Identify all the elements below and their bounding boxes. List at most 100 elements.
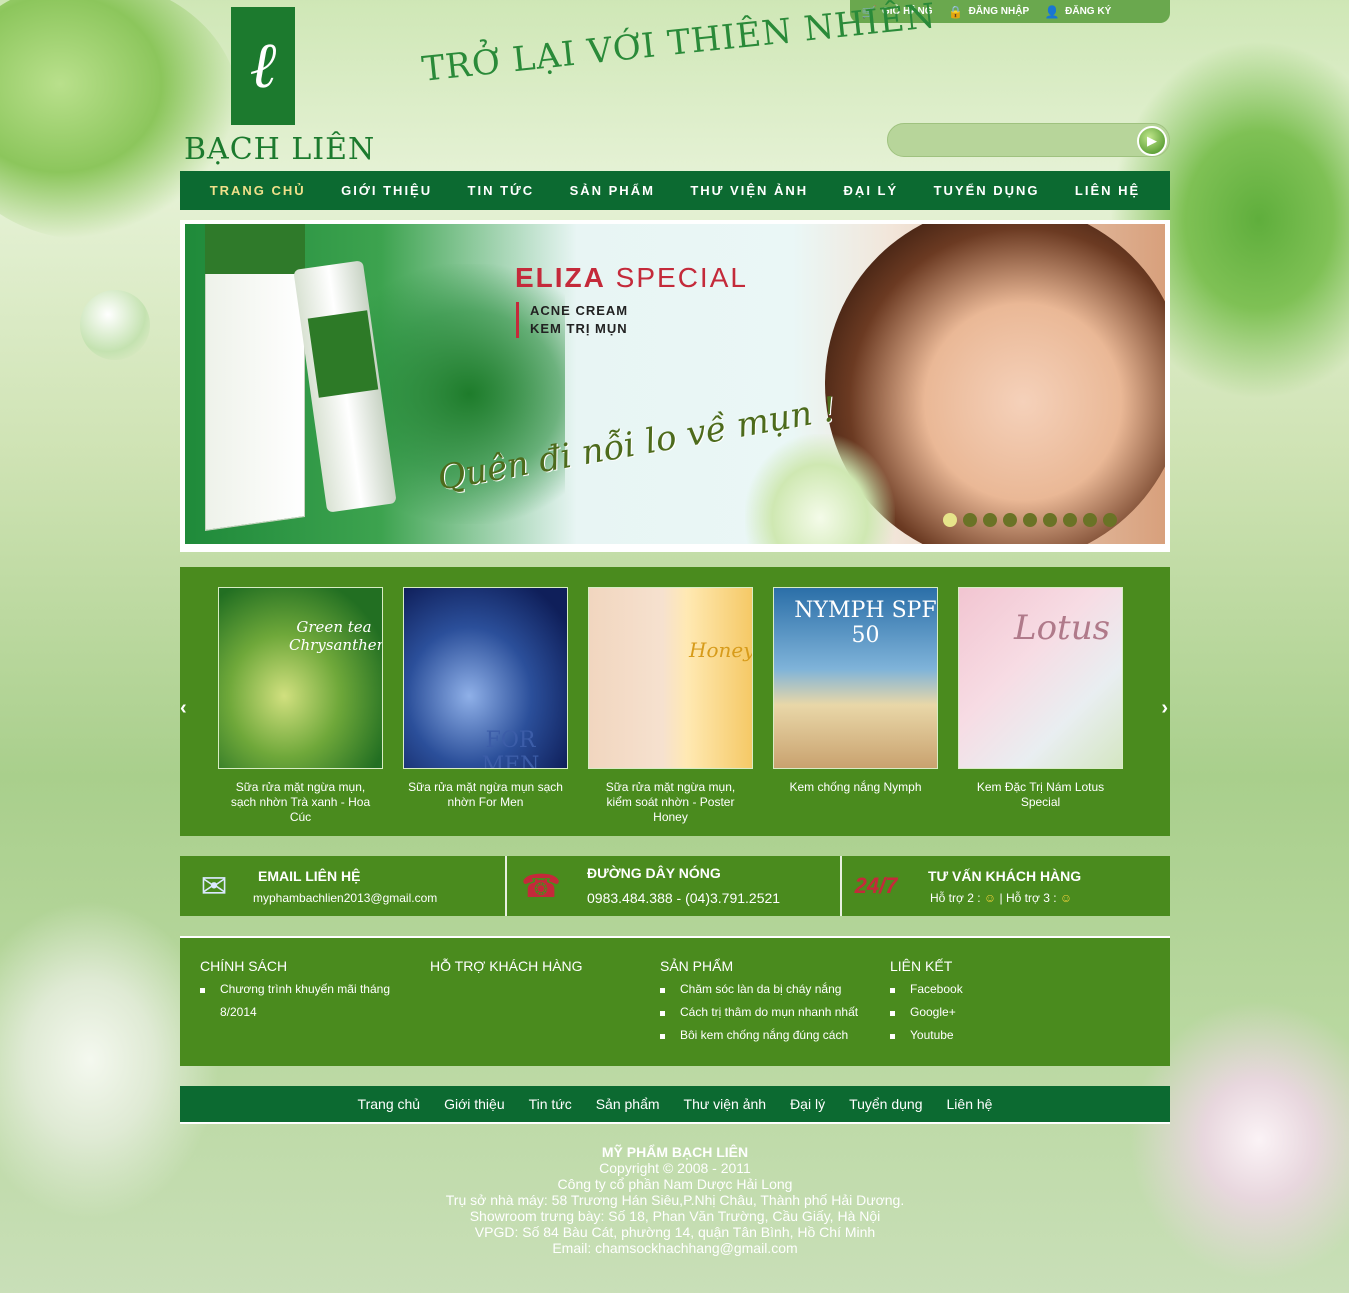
company-email[interactable]: Email: chamsockhachhang@gmail.com [180,1240,1170,1256]
slide-dot[interactable] [1023,513,1037,527]
product-card[interactable]: NYMPH SPF 50 Kem chống nắng Nymph [773,587,938,825]
footer-nav-news[interactable]: Tin tức [529,1096,572,1112]
banner-sub-line1: ACNE CREAM [530,303,629,318]
footer-col-products: SẢN PHẨM Chăm sóc làn da bị cháy nắng Cá… [660,958,880,1047]
showroom-address: Showroom trưng bày: Số 18, Phan Văn Trườ… [469,1208,881,1224]
footer-link[interactable]: Bôi kem chống nắng đúng cách [660,1024,880,1047]
nav-products[interactable]: SẢN PHẨM [570,183,655,198]
nav-home[interactable]: TRANG CHỦ [210,183,306,198]
company-brand: MỸ PHẨM BẠCH LIÊN [601,1144,749,1160]
copyright: Copyright © 2008 - 2011 [599,1160,751,1176]
play-arrow-icon: ▶ [1147,133,1157,148]
banner-title-brand: ELIZA [515,262,606,293]
slide-dot[interactable] [1083,513,1097,527]
footer-col-links: LIÊN KẾT Facebook Google+ Youtube [890,958,1110,1047]
banner-title-rest: SPECIAL [615,262,748,293]
footer-nav-careers[interactable]: Tuyển dụng [849,1096,922,1112]
email-value[interactable]: myphambachlien2013@gmail.com [253,891,437,905]
footer-col-title: SẢN PHẨM [660,958,734,974]
product-image[interactable]: Lotus [958,587,1123,769]
office-address: VPGD: Số 84 Bàu Cát, phường 14, quận Tân… [474,1224,876,1240]
hotline-contact: ☎ ĐƯỜNG DÂY NÓNG 0983.484.388 - (04)3.79… [507,856,840,916]
banner-subtitle: ACNE CREAM KEM TRỊ MỤN [516,302,628,338]
product-name[interactable]: Kem Đặc Trị Nám Lotus Special [958,780,1123,810]
add-user-icon: 👤 [1044,4,1060,19]
nav-contact[interactable]: LIÊN HỆ [1075,183,1140,198]
footer-nav-agents[interactable]: Đại lý [790,1096,825,1112]
smiley-icon[interactable]: ☺ [1060,891,1072,905]
slide-dot[interactable] [943,513,957,527]
email-title: EMAIL LIÊN HỆ [258,868,361,884]
search-input[interactable] [900,130,1130,152]
search-submit-button[interactable]: ▶ [1137,126,1167,156]
product-name[interactable]: Sữa rửa mặt ngừa mụn sạch nhờn For Men [403,780,568,810]
chevron-right-icon: › [1161,697,1168,719]
slide-dot[interactable] [1003,513,1017,527]
login-label: ĐĂNG NHẬP [968,6,1030,17]
login-link[interactable]: 🔒 ĐĂNG NHẬP [947,4,1030,20]
footer-nav-contact[interactable]: Liên hệ [947,1096,993,1112]
slide-dot[interactable] [983,513,997,527]
register-link[interactable]: 👤 ĐĂNG KÝ [1043,4,1112,20]
company-name: Công ty cổ phần Nam Dược Hải Long [557,1176,793,1192]
logo-mark[interactable]: ℓ [231,7,295,125]
product-image[interactable]: FOR MEN [403,587,568,769]
product-name[interactable]: Sữa rửa mặt ngừa mụn, sạch nhờn Trà xanh… [218,780,383,825]
product-image-caption: Honey [689,638,753,662]
lock-icon: 🔒 [948,4,964,19]
factory-address: Trụ sở nhà máy: 58 Trương Hán Siêu,P.Nhị… [445,1192,905,1208]
footer-link[interactable]: Cách trị thâm do mụn nhanh nhất [660,1001,880,1024]
smiley-icon[interactable]: ☺ [984,891,996,905]
footer-nav-products[interactable]: Sản phẩm [596,1096,660,1112]
support-2-label: Hỗ trợ 2 : [930,891,981,905]
footer-nav-home[interactable]: Trang chủ [358,1096,421,1112]
carousel-next-button[interactable]: › [1161,697,1168,720]
slide-dot[interactable] [1063,513,1077,527]
slide-dot[interactable] [1043,513,1057,527]
nav-agents[interactable]: ĐẠI LÝ [844,183,899,198]
nav-about[interactable]: GIỚI THIỆU [341,183,432,198]
footer-columns: CHÍNH SÁCH Chương trình khuyến mãi tháng… [180,936,1170,1066]
support-3-label: Hỗ trợ 3 : [1005,891,1057,905]
banner-slide[interactable]: ELIZA SPECIAL ACNE CREAM KEM TRỊ MỤN Quê… [185,224,1165,544]
footer-link[interactable]: Chăm sóc làn da bị cháy nắng [660,978,880,1001]
nav-news[interactable]: TIN TỨC [468,183,535,198]
company-info: MỸ PHẨM BẠCH LIÊN Copyright © 2008 - 201… [180,1144,1170,1256]
footer-col-title: CHÍNH SÁCH [200,958,288,974]
banner-title: ELIZA SPECIAL [515,262,748,294]
facebook-link[interactable]: Facebook [890,978,1110,1001]
nav-careers[interactable]: TUYỂN DỤNG [934,183,1040,198]
chevron-left-icon: ‹ [180,697,187,719]
carousel-prev-button[interactable]: ‹ [180,697,187,720]
footer-nav: Trang chủ Giới thiệu Tin tức Sản phẩm Th… [180,1086,1170,1124]
product-carousel: ‹ Green tea Chrysanthemum Sữa rửa mặt ng… [180,567,1170,836]
product-name[interactable]: Sữa rửa mặt ngừa mụn, kiểm soát nhờn - P… [588,780,753,825]
hotline-value[interactable]: 0983.484.388 - (04)3.791.2521 [587,890,780,906]
product-list: Green tea Chrysanthemum Sữa rửa mặt ngừa… [218,587,1123,825]
lotus-image [745,434,895,544]
product-card[interactable]: Honey Sữa rửa mặt ngừa mụn, kiểm soát nh… [588,587,753,825]
support-24-7-icon: 24/7 [854,873,898,898]
product-card[interactable]: Lotus Kem Đặc Trị Nám Lotus Special [958,587,1123,825]
google-plus-link[interactable]: Google+ [890,1001,1110,1024]
product-image-caption: Lotus [1014,608,1111,648]
nav-gallery[interactable]: THƯ VIỆN ẢNH [690,183,808,198]
logo-text[interactable]: BẠCH LIÊN [184,132,375,167]
footer-nav-about[interactable]: Giới thiệu [444,1096,505,1112]
product-image[interactable]: Green tea Chrysanthemum [218,587,383,769]
contact-strip: ✉ EMAIL LIÊN HỆ myphambachlien2013@gmail… [180,856,1170,916]
support-contact: 24/7 TƯ VẤN KHÁCH HÀNG Hỗ trợ 2 : ☺ | Hỗ… [842,856,1170,916]
product-card[interactable]: FOR MEN Sữa rửa mặt ngừa mụn sạch nhờn F… [403,587,568,825]
banner-sub-line2: KEM TRỊ MỤN [530,321,628,336]
slide-dot[interactable] [963,513,977,527]
footer-link[interactable]: Chương trình khuyến mãi tháng 8/2014 [200,978,400,1024]
youtube-link[interactable]: Youtube [890,1024,1110,1047]
product-card[interactable]: Green tea Chrysanthemum Sữa rửa mặt ngừa… [218,587,383,825]
footer-nav-gallery[interactable]: Thư viện ảnh [684,1096,767,1112]
product-image[interactable]: NYMPH SPF 50 [773,587,938,769]
product-name[interactable]: Kem chống nắng Nymph [773,780,938,795]
support-title: TƯ VẤN KHÁCH HÀNG [928,868,1082,884]
product-box-top [205,224,305,274]
product-image[interactable]: Honey [588,587,753,769]
slide-dot[interactable] [1103,513,1117,527]
